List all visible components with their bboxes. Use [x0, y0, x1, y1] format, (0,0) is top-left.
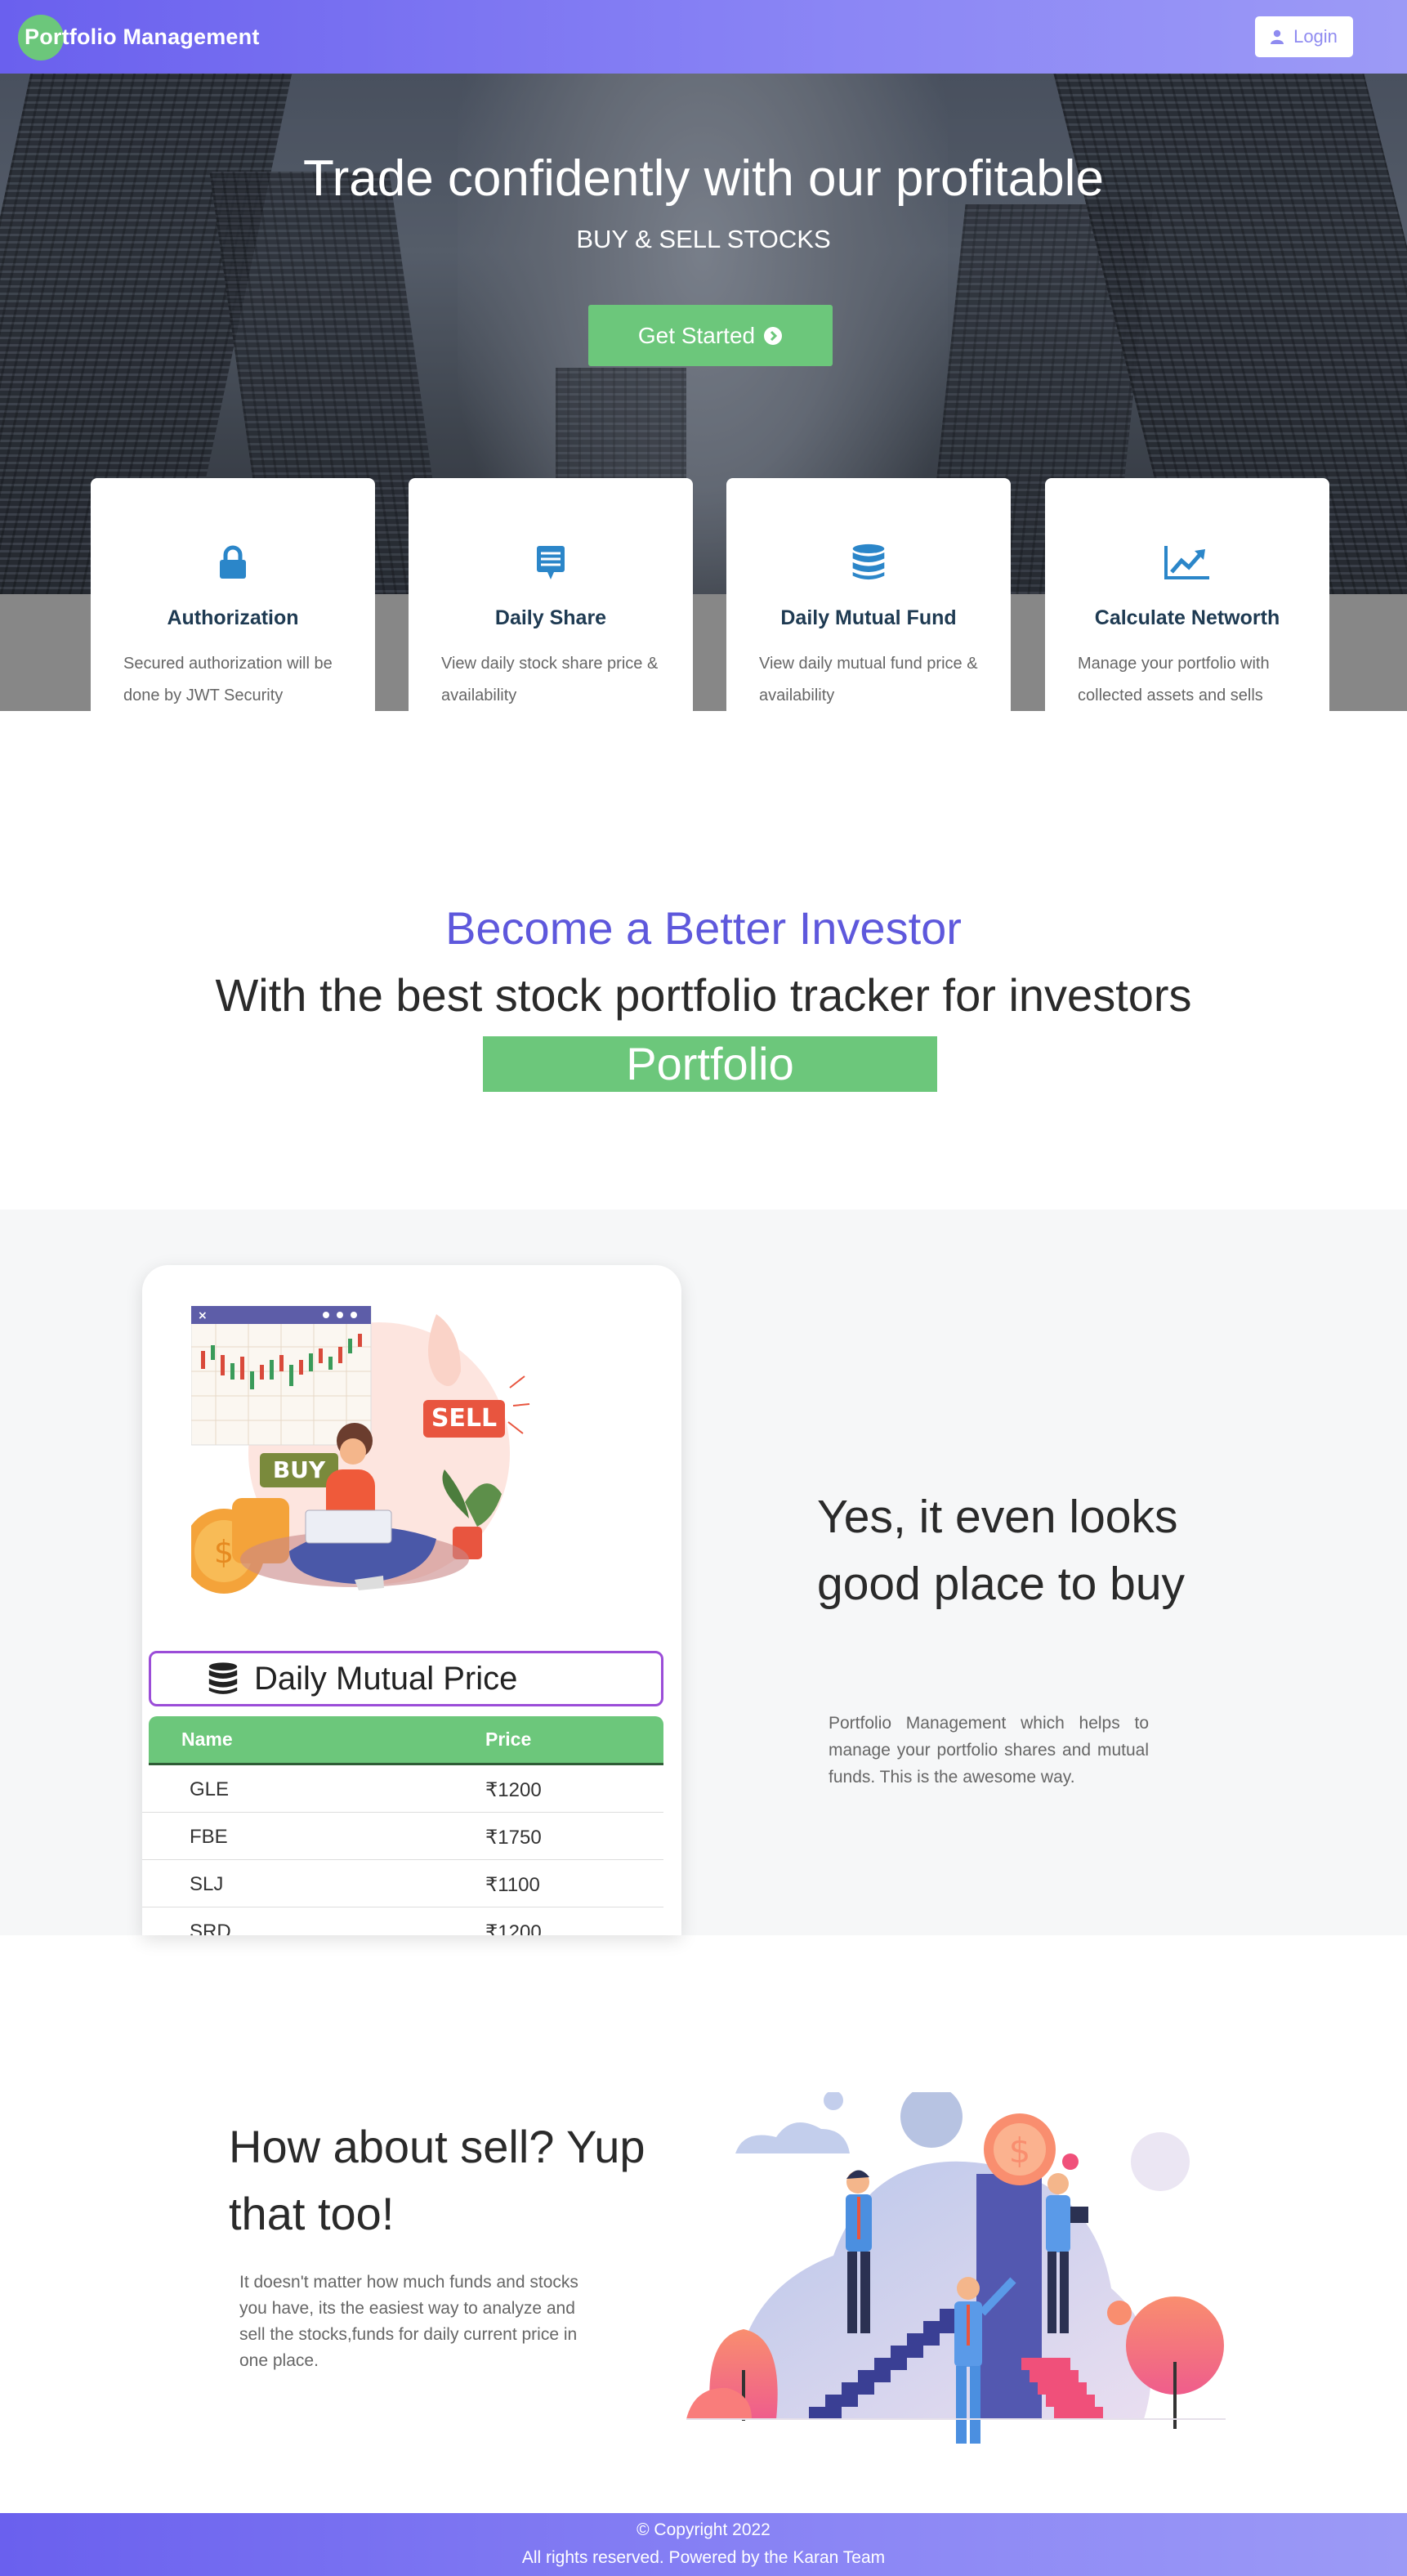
feature-title: Authorization [167, 606, 299, 629]
chart-line-icon [1164, 546, 1209, 579]
chevron-circle-right-icon [764, 326, 783, 345]
feature-description: Manage your portfolio with collected ass… [1078, 655, 1270, 704]
price-table-header: Name Price [149, 1716, 663, 1765]
feature-title: Daily Mutual Fund [780, 606, 957, 629]
investor-subheading: With the best stock portfolio tracker fo… [215, 969, 1192, 1021]
table-row: SLJ ₹1100 [142, 1860, 663, 1907]
footer-credits: All rights reserved. Powered by the Kara… [521, 2548, 886, 2567]
fund-name: FBE [190, 1826, 228, 1848]
mutual-price-title-box: Daily Mutual Price [149, 1651, 663, 1706]
feature-description: View daily stock share price & availabil… [441, 655, 659, 704]
sell-description: It doesn't matter how much funds and sto… [239, 2273, 578, 2370]
table-row: GLE ₹1200 [142, 1765, 663, 1813]
column-header-name: Name [181, 1729, 233, 1750]
fund-name: SLJ [190, 1873, 224, 1895]
lock-icon [220, 545, 246, 579]
fund-price: ₹1100 [485, 1874, 540, 1896]
login-label: Login [1293, 26, 1338, 47]
feature-description: View daily mutual fund price & availabil… [759, 655, 978, 704]
stock-trading-illustration: × SELL BUY $ [191, 1306, 530, 1594]
feature-card-calculate-networth: Calculate Networth Manage your portfolio… [1045, 478, 1329, 767]
fund-price: ₹1200 [485, 1921, 542, 1935]
login-button[interactable]: Login [1255, 16, 1353, 57]
buy-heading: Yes, it even looks good place to buy [817, 1491, 1186, 1610]
footer: © Copyright 2022 All rights reserved. Po… [0, 2513, 1407, 2576]
growth-stairs-illustration: $ [686, 2092, 1226, 2444]
fund-name: GLE [190, 1778, 230, 1800]
column-header-price: Price [485, 1729, 532, 1750]
mutual-price-title: Daily Mutual Price [254, 1660, 518, 1697]
svg-text:SELL: SELL [431, 1404, 497, 1433]
get-started-label: Get Started [637, 322, 756, 348]
fund-price: ₹1200 [485, 1779, 542, 1801]
feature-card-daily-mutual-fund: Daily Mutual Fund View daily mutual fund… [726, 478, 1011, 767]
feature-title: Calculate Networth [1094, 606, 1280, 629]
footer-copyright: © Copyright 2022 [636, 2520, 770, 2539]
feature-card-authorization: Authorization Secured authorization will… [91, 478, 375, 767]
database-icon [208, 1662, 238, 1694]
investor-heading: Become a Better Investor [445, 902, 962, 954]
fund-price: ₹1750 [485, 1827, 542, 1849]
investor-highlight: Portfolio Management. [483, 1036, 937, 1145]
mutual-price-card: × SELL BUY $ Daily Mutual Price Name Pri… [142, 1265, 681, 1935]
table-row: FBE ₹1750 [142, 1813, 663, 1860]
buy-description: Portfolio Management which helps to mana… [829, 1714, 1149, 1787]
svg-text:$: $ [1009, 2131, 1031, 2171]
svg-text:BUY: BUY [273, 1456, 326, 1483]
feature-card-daily-share: Daily Share View daily stock share price… [409, 478, 693, 767]
svg-text:$: $ [214, 1534, 234, 1570]
svg-text:×: × [198, 1309, 208, 1322]
newspaper-icon [537, 546, 565, 579]
brand-link[interactable]: Portfolio Management [25, 25, 260, 50]
user-icon [1271, 29, 1284, 44]
hero-subtitle: BUY & SELL STOCKS [576, 225, 831, 253]
navbar: Portfolio Management Login [0, 0, 1407, 74]
fund-name: SRD [190, 1921, 231, 1935]
hero-title: Trade confidently with our profitable [303, 150, 1104, 207]
get-started-button[interactable]: Get Started [588, 305, 833, 366]
feature-title: Daily Share [494, 606, 607, 629]
database-icon [852, 543, 885, 580]
feature-description: Secured authorization will be done by JW… [123, 655, 333, 704]
table-row: SRD ₹1200 [142, 1907, 663, 1935]
sell-heading: How about sell? Yup that too! [229, 2121, 645, 2239]
